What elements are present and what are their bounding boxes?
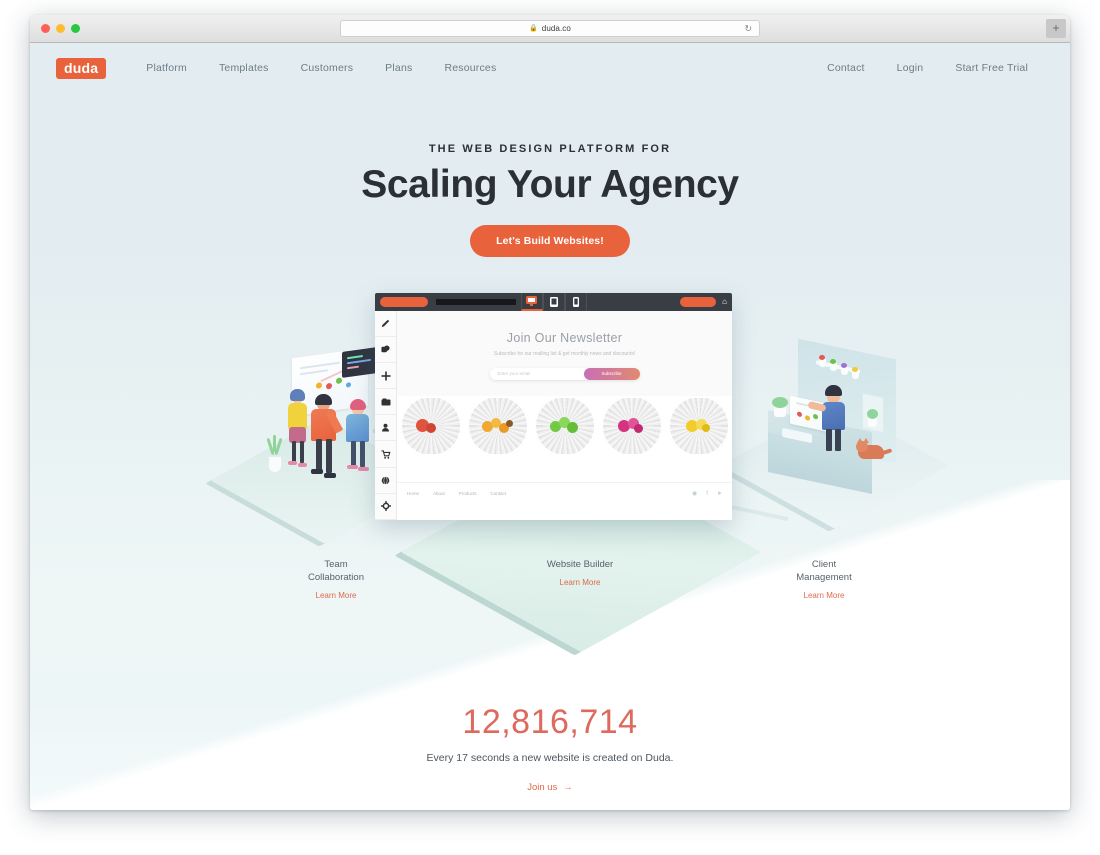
hero-cta-button[interactable]: Let's Build Websites!	[470, 225, 630, 257]
blog-globe-icon[interactable]	[375, 468, 396, 494]
cat-illustration	[856, 438, 893, 461]
builder-sidebar	[375, 311, 397, 520]
food-image-red	[397, 397, 464, 454]
duda-logo[interactable]: duda	[56, 57, 107, 79]
footer-social-icons: ◉ f ➤	[692, 491, 722, 497]
footer-link-about[interactable]: About	[433, 491, 445, 496]
join-us-link[interactable]: Join us →	[30, 782, 1070, 793]
food-image-green	[531, 397, 598, 454]
person-orange	[308, 394, 344, 483]
person-at-desk	[807, 385, 854, 455]
secondary-nav: Contact Login Start Free Trial	[811, 62, 1044, 74]
footer-link-home[interactable]: Home	[407, 491, 419, 496]
newsletter-subscribe-button[interactable]: Subscribe	[583, 367, 640, 380]
tablet-icon[interactable]	[542, 293, 565, 311]
stats-section: 12,816,714 Every 17 seconds a new websit…	[30, 703, 1070, 793]
builder-body: Join Our Newsletter Subscribe for our ma…	[375, 311, 732, 520]
nav-item-platform[interactable]: Platform	[130, 62, 203, 74]
new-tab-button[interactable]: +	[1046, 19, 1066, 38]
footer-link-contact[interactable]: Contact	[491, 491, 507, 496]
hero-section: THE WEB DESIGN PLATFORM FOR Scaling Your…	[30, 143, 1070, 257]
site-navbar: duda Platform Templates Customers Plans …	[30, 43, 1070, 93]
hero-eyebrow: THE WEB DESIGN PLATFORM FOR	[428, 143, 672, 155]
window-traffic-lights	[41, 24, 80, 33]
website-builder-mockup: ⌂ Join Our Newsletter Subscribe for our …	[375, 293, 732, 520]
mobile-icon[interactable]	[564, 293, 587, 311]
close-window-button[interactable]	[41, 24, 50, 33]
photo-gallery-icon[interactable]	[375, 389, 396, 416]
builder-publish-button[interactable]	[680, 297, 717, 307]
theme-palette-icon[interactable]	[375, 337, 396, 364]
instagram-icon[interactable]: ◉	[692, 491, 697, 497]
builder-site-name	[436, 299, 516, 305]
feature-team-collaboration: Team Collaboration Learn More	[286, 559, 386, 600]
nav-item-start-free-trial[interactable]: Start Free Trial	[939, 62, 1044, 74]
primary-nav: Platform Templates Customers Plans Resou…	[130, 62, 512, 74]
feature-title: Team Collaboration	[308, 559, 364, 583]
feature-learn-more-link[interactable]: Learn More	[286, 591, 386, 600]
feature-learn-more-link[interactable]: Learn More	[530, 578, 630, 587]
builder-save-button[interactable]	[380, 297, 428, 307]
feature-title: Website Builder	[546, 559, 614, 570]
add-plus-icon[interactable]	[375, 363, 396, 390]
feature-title: Client Management	[796, 559, 852, 583]
newsletter-title: Join Our Newsletter	[506, 331, 623, 345]
builder-topbar-right: ⌂	[680, 297, 727, 307]
join-us-label: Join us	[527, 782, 558, 793]
url-text: duda.co	[541, 24, 571, 33]
desktop-icon[interactable]	[520, 293, 543, 311]
settings-gear-icon[interactable]	[375, 494, 396, 520]
food-image-pink	[598, 397, 665, 454]
feature-learn-more-link[interactable]: Learn More	[774, 591, 874, 600]
nav-item-contact[interactable]: Contact	[811, 62, 881, 74]
stats-subtitle: Every 17 seconds a new website is create…	[426, 752, 674, 764]
newsletter-email-input[interactable]: Enter your email	[498, 371, 531, 376]
address-bar[interactable]: 🔒 duda.co ↻	[340, 20, 760, 37]
nav-item-login[interactable]: Login	[881, 62, 940, 74]
hero-headline: Scaling Your Agency	[361, 163, 739, 206]
potted-plant-left	[266, 435, 284, 473]
lock-icon: 🔒	[529, 25, 538, 32]
device-switcher	[520, 293, 587, 311]
nav-item-customers[interactable]: Customers	[285, 62, 370, 74]
client-management-illustration	[760, 338, 925, 495]
feature-client-management: Client Management Learn More	[774, 559, 874, 600]
food-image-row	[397, 397, 732, 454]
newsletter-subtitle: Subscribe for our mailing list & get mon…	[493, 351, 636, 357]
builder-canvas: Join Our Newsletter Subscribe for our ma…	[397, 311, 732, 520]
maximize-window-button[interactable]	[71, 24, 80, 33]
nav-item-resources[interactable]: Resources	[428, 62, 512, 74]
home-icon[interactable]: ⌂	[722, 298, 727, 306]
reload-icon[interactable]: ↻	[744, 24, 752, 33]
person-blue	[344, 399, 374, 479]
nav-item-plans[interactable]: Plans	[369, 62, 428, 74]
browser-window: 🔒 duda.co ↻ + duda Platform Templates Cu…	[30, 15, 1070, 810]
preview-footer: Home About Products Contact ◉ f ➤	[397, 482, 732, 520]
newsletter-form: Enter your email Subscribe	[489, 367, 640, 380]
newsletter-section: Join Our Newsletter Subscribe for our ma…	[397, 311, 732, 396]
site-count: 12,816,714	[462, 703, 638, 741]
minimize-window-button[interactable]	[56, 24, 65, 33]
facebook-icon[interactable]: f	[706, 491, 708, 497]
feature-website-builder: Website Builder Learn More	[530, 559, 630, 587]
member-person-icon[interactable]	[375, 415, 396, 442]
nav-item-templates[interactable]: Templates	[203, 62, 285, 74]
food-image-yellow	[665, 397, 732, 454]
footer-link-products[interactable]: Products	[459, 491, 477, 496]
twitter-icon[interactable]: ➤	[717, 491, 722, 497]
pencil-icon[interactable]	[375, 311, 396, 338]
browser-chrome-bar: 🔒 duda.co ↻ +	[30, 15, 1070, 43]
builder-topbar: ⌂	[375, 293, 732, 311]
page-viewport: duda Platform Templates Customers Plans …	[30, 43, 1070, 810]
arrow-right-icon: →	[563, 782, 573, 793]
food-image-orange	[464, 397, 531, 454]
store-cart-icon[interactable]	[375, 441, 396, 468]
